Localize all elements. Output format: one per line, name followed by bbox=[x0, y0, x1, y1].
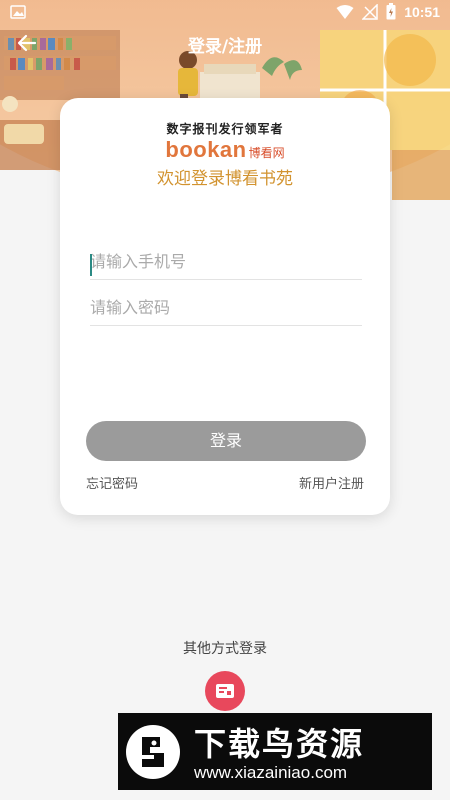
register-link[interactable]: 新用户注册 bbox=[299, 473, 364, 492]
image-icon bbox=[10, 5, 26, 19]
status-bar: 10:51 bbox=[0, 0, 450, 26]
page-title: 登录/注册 bbox=[187, 37, 263, 57]
bookan-logo-text: bookan bbox=[165, 137, 247, 162]
watermark-banner: 下载鸟资源 www.xiazainiao.com bbox=[118, 713, 432, 790]
password-field[interactable] bbox=[90, 296, 362, 326]
text-cursor bbox=[90, 254, 92, 276]
no-signal-icon bbox=[362, 3, 378, 20]
wifi-icon bbox=[336, 4, 354, 19]
bookan-logo: bookan 博看网 bbox=[60, 137, 390, 163]
login-button[interactable]: 登录 bbox=[86, 421, 366, 461]
phone-input[interactable] bbox=[90, 250, 362, 271]
status-time: 10:51 bbox=[404, 3, 440, 20]
watermark-title: 下载鸟资源 bbox=[194, 725, 365, 763]
card-icon bbox=[216, 684, 234, 698]
brand-logo: 数字报刊发行领军者 bookan 博看网 bbox=[60, 120, 390, 163]
title-bar: 登录/注册 bbox=[0, 26, 450, 60]
battery-charging-icon bbox=[386, 3, 396, 20]
phone-field[interactable] bbox=[90, 250, 362, 280]
brand-slogan: 数字报刊发行领军者 bbox=[166, 122, 284, 136]
password-input[interactable] bbox=[90, 296, 362, 317]
forgot-password-link[interactable]: 忘记密码 bbox=[86, 473, 138, 492]
other-login-label: 其他方式登录 bbox=[183, 641, 267, 657]
bookan-logo-cn: 博看网 bbox=[248, 146, 285, 160]
login-card: 数字报刊发行领军者 bookan 博看网 欢迎登录博看书苑 登录 忘记密码 新用… bbox=[60, 98, 390, 515]
welcome-text: 欢迎登录博看书苑 bbox=[157, 169, 293, 189]
watermark-url: www.xiazainiao.com bbox=[194, 763, 348, 782]
bird-logo-icon bbox=[126, 725, 180, 779]
other-login-button[interactable] bbox=[205, 671, 245, 711]
